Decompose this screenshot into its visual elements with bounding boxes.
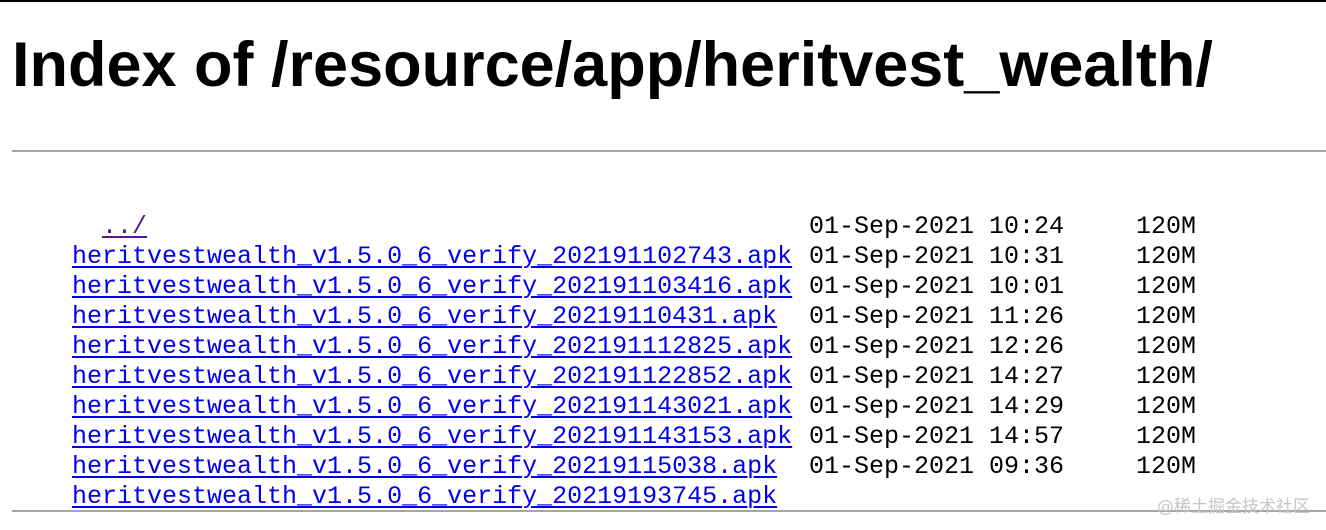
page-title: Index of /resource/app/heritvest_wealth/	[12, 30, 1213, 100]
file-date: 01-Sep-2021 10:01	[809, 272, 1065, 301]
file-date: 01-Sep-2021 14:57	[809, 422, 1065, 451]
file-row: heritvestwealth_v1.5.0_6_verify_20219114…	[12, 392, 1196, 451]
file-listing: ../ heritvestwealth_v1.5.0_6_verify_2021…	[12, 182, 1196, 511]
file-size: 120M	[1136, 332, 1197, 361]
directory-listing-page: Index of /resource/app/heritvest_wealth/…	[0, 0, 1326, 530]
file-date: 01-Sep-2021 14:29	[809, 392, 1065, 421]
file-size: 120M	[1136, 302, 1197, 331]
bottom-divider	[12, 510, 1326, 512]
file-link[interactable]: heritvestwealth_v1.5.0_6_verify_20219193…	[72, 482, 777, 511]
file-size: 120M	[1136, 242, 1197, 271]
file-row: heritvestwealth_v1.5.0_6_verify_20219115…	[12, 422, 1196, 481]
file-date: 01-Sep-2021 12:26	[809, 332, 1065, 361]
file-row: heritvestwealth_v1.5.0_6_verify_20219112…	[12, 332, 1196, 391]
file-row: heritvestwealth_v1.5.0_6_verify_20219193…	[12, 452, 1196, 511]
file-row: heritvestwealth_v1.5.0_6_verify_20219114…	[12, 362, 1196, 421]
top-divider	[12, 150, 1326, 152]
file-row: heritvestwealth_v1.5.0_6_verify_20219110…	[12, 272, 1196, 331]
file-row: heritvestwealth_v1.5.0_6_verify_20219111…	[12, 302, 1196, 361]
file-size: 120M	[1136, 392, 1197, 421]
parent-directory-row: ../	[12, 182, 792, 241]
file-date: 01-Sep-2021 10:31	[809, 242, 1065, 271]
watermark-text: @稀土掘金技术社区	[1157, 497, 1310, 517]
file-size: 120M	[1136, 212, 1197, 241]
file-date: 01-Sep-2021 10:24	[809, 212, 1065, 241]
file-size: 120M	[1136, 272, 1197, 301]
file-size: 120M	[1136, 362, 1197, 391]
file-row: heritvestwealth_v1.5.0_6_verify_20219110…	[12, 212, 1196, 271]
file-date: 01-Sep-2021 14:27	[809, 362, 1065, 391]
file-size: 120M	[1136, 452, 1197, 481]
file-date: 01-Sep-2021 11:26	[809, 302, 1065, 331]
file-row: heritvestwealth_v1.5.0_6_verify_20219110…	[12, 242, 1196, 301]
file-size: 120M	[1136, 422, 1197, 451]
file-date: 01-Sep-2021 09:36	[809, 452, 1065, 481]
